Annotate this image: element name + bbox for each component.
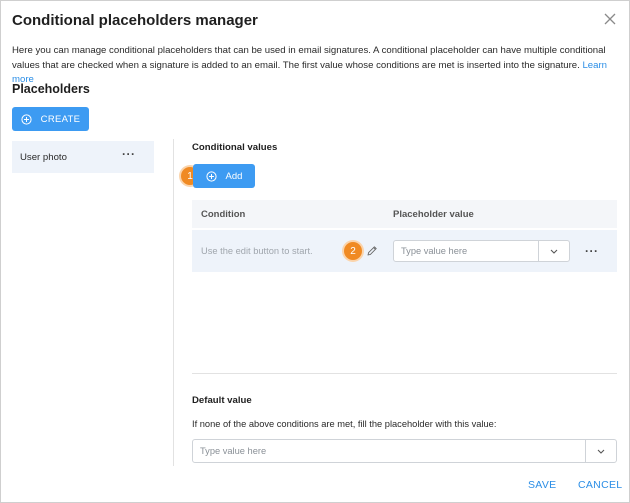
default-value-title: Default value bbox=[192, 395, 252, 406]
chevron-down-icon bbox=[597, 449, 605, 454]
add-button-label: Add bbox=[225, 170, 243, 182]
add-button[interactable]: Add bbox=[193, 164, 255, 188]
placeholders-title: Placeholders bbox=[12, 82, 90, 96]
more-options-icon[interactable]: ··· bbox=[122, 148, 136, 160]
placeholder-item-user-photo[interactable]: User photo ··· bbox=[12, 141, 154, 173]
placeholder-item-label: User photo bbox=[20, 152, 67, 163]
chevron-down-icon bbox=[550, 249, 558, 254]
save-button[interactable]: SAVE bbox=[528, 479, 556, 491]
step-badge-2: 2 bbox=[344, 242, 362, 260]
placeholder-value-combo bbox=[393, 240, 570, 262]
description-text: Here you can manage conditional placehol… bbox=[12, 45, 606, 71]
vertical-divider bbox=[173, 139, 174, 466]
conditional-values-title: Conditional values bbox=[192, 142, 278, 153]
column-header-placeholder-value: Placeholder value bbox=[393, 209, 474, 220]
plus-circle-icon bbox=[205, 170, 217, 182]
row-more-options-icon[interactable]: ··· bbox=[585, 245, 599, 257]
plus-circle-icon bbox=[21, 113, 32, 125]
default-dropdown-button[interactable] bbox=[585, 440, 616, 462]
condition-hint: Use the edit button to start. bbox=[201, 246, 313, 256]
placeholder-value-input[interactable] bbox=[394, 241, 540, 261]
horizontal-divider bbox=[192, 373, 617, 374]
dialog-description: Here you can manage conditional placehol… bbox=[12, 44, 617, 88]
cancel-button[interactable]: CANCEL bbox=[578, 479, 622, 491]
create-button[interactable]: CREATE bbox=[12, 107, 89, 131]
pencil-icon[interactable] bbox=[366, 245, 378, 257]
dialog-title: Conditional placeholders manager bbox=[12, 12, 258, 29]
default-value-description: If none of the above conditions are met,… bbox=[192, 419, 497, 429]
table-row: Use the edit button to start. 2 ··· bbox=[192, 230, 617, 272]
default-value-combo bbox=[192, 439, 617, 463]
dropdown-button[interactable] bbox=[538, 241, 569, 261]
close-icon[interactable] bbox=[603, 12, 617, 26]
column-header-condition: Condition bbox=[201, 209, 246, 220]
create-button-label: CREATE bbox=[40, 113, 81, 125]
conditions-table-header: Condition Placeholder value bbox=[192, 200, 617, 228]
default-value-input[interactable] bbox=[193, 440, 587, 462]
conditional-placeholders-dialog: Conditional placeholders manager Here yo… bbox=[0, 0, 630, 503]
